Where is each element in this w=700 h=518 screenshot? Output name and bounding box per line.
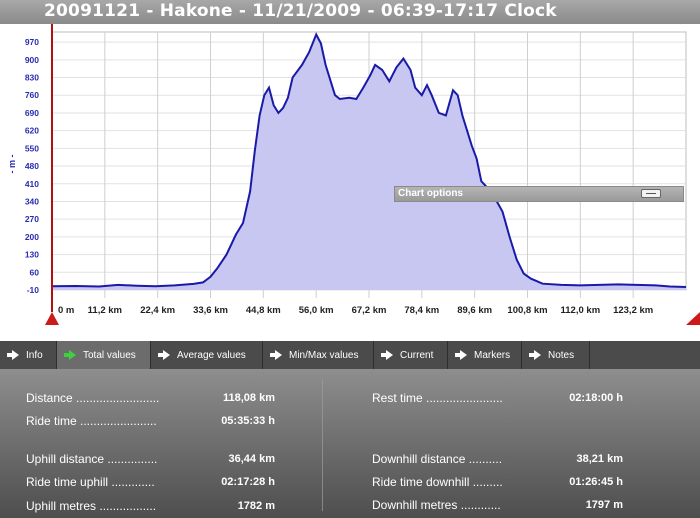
y-tick-label: 480	[25, 161, 39, 171]
x-tick-label: 11,2 km	[88, 305, 122, 316]
uphill-distance-value: 36,44 km	[228, 453, 275, 465]
rest-time-label: Rest time .......................	[372, 391, 503, 405]
x-tick-label: 33,6 km	[193, 305, 228, 316]
uphill-metres-label: Uphill metres .................	[26, 499, 157, 513]
uphill-metres-value: 1782 m	[237, 500, 275, 512]
tab-info[interactable]: Info	[0, 341, 57, 369]
tab-current[interactable]: Current	[374, 341, 448, 369]
downhill-distance-label: Downhill distance ..........	[372, 452, 503, 466]
end-marker-handle[interactable]	[686, 312, 700, 325]
x-tick-label: 100,8 km	[507, 305, 547, 316]
y-tick-label: 900	[25, 55, 39, 65]
ride-time-downhill-label: Ride time downhill .........	[372, 475, 503, 489]
y-tick-label: 130	[25, 250, 39, 260]
x-tick-label: 56,0 km	[299, 305, 334, 316]
tab-label: Notes	[548, 349, 575, 361]
column-divider	[322, 379, 323, 511]
tab-arrow-icon	[381, 350, 395, 360]
y-tick-label: 970	[25, 37, 39, 47]
ride-time-uphill-value: 02:17:28 h	[221, 476, 275, 488]
x-tick-label: 22,4 km	[140, 305, 175, 316]
x-tick-label: 67,2 km	[352, 305, 387, 316]
tab-markers[interactable]: Markers	[448, 341, 522, 369]
tab-min-max-values[interactable]: Min/Max values	[263, 341, 374, 369]
y-tick-label: 200	[25, 232, 39, 242]
title-bar: 20091121 - Hakone - 11/21/2009 - 06:39-1…	[0, 0, 700, 24]
y-tick-label: 620	[25, 126, 39, 136]
x-tick-label: 78,4 km	[404, 305, 439, 316]
downhill-metres-label: Downhill metres ............	[372, 498, 501, 512]
tab-arrow-icon	[270, 350, 284, 360]
tab-arrow-icon	[455, 350, 469, 360]
tab-bar: Info Total values Average values Min/Max…	[0, 341, 700, 369]
tab-label: Total values	[83, 349, 136, 361]
ride-time-value: 05:35:33 h	[221, 415, 275, 427]
y-tick-label: 60	[30, 267, 40, 277]
distance-value: 118,08 km	[223, 392, 275, 404]
chart-options-panel[interactable]: Chart options	[394, 186, 684, 202]
tab-notes[interactable]: Notes	[522, 341, 590, 369]
altitude-profile-chart[interactable]: -10 60 130 200 270 340 410 480 550 620 690 760 830 90…	[0, 24, 700, 341]
rest-time-value: 02:18:00 h	[569, 392, 623, 404]
tab-arrow-icon	[158, 350, 172, 360]
x-tick-label: 44,8 km	[246, 305, 281, 316]
downhill-metres-value: 1797 m	[585, 499, 623, 511]
minimize-button[interactable]	[641, 189, 661, 198]
ride-time-label: Ride time .......................	[26, 414, 157, 428]
x-tick-label: 0 m	[58, 305, 74, 316]
ride-time-uphill-label: Ride time uphill .............	[26, 475, 155, 489]
uphill-distance-label: Uphill distance ...............	[26, 452, 158, 466]
y-tick-label: -10	[27, 285, 40, 295]
tab-total-values[interactable]: Total values	[57, 341, 151, 369]
tab-label: Average values	[177, 349, 246, 361]
y-tick-label: 760	[25, 90, 39, 100]
y-tick-label: 690	[25, 108, 39, 118]
tab-label: Info	[26, 349, 43, 361]
tab-arrow-icon	[7, 350, 21, 360]
tab-average-values[interactable]: Average values	[151, 341, 263, 369]
tab-arrow-icon	[64, 350, 78, 360]
window-title: 20091121 - Hakone - 11/21/2009 - 06:39-1…	[44, 1, 557, 21]
y-tick-label: 830	[25, 73, 39, 83]
y-axis-label: - m -	[7, 154, 17, 173]
tab-label: Current	[400, 349, 434, 361]
ride-time-downhill-value: 01:26:45 h	[569, 476, 623, 488]
total-values-panel: Distance ......................... 118,0…	[0, 369, 700, 518]
x-tick-label: 123,2 km	[613, 305, 653, 316]
start-marker-handle[interactable]	[45, 312, 59, 325]
y-tick-label: 270	[25, 214, 39, 224]
y-tick-label: 550	[25, 143, 39, 153]
x-axis-ticks: 0 m 11,2 km 22,4 km 33,6 km 44,8 km 56,0 km 67…	[58, 305, 653, 316]
y-tick-label: 340	[25, 196, 39, 206]
y-tick-label: 410	[25, 179, 39, 189]
tab-arrow-icon	[529, 350, 543, 360]
tab-label: Markers	[474, 349, 511, 361]
tab-label: Min/Max values	[289, 349, 359, 361]
x-tick-label: 112,0 km	[561, 305, 601, 316]
y-axis-ticks: -10 60 130 200 270 340 410 480 550 620 690 760 830 90…	[25, 37, 39, 295]
distance-label: Distance .........................	[26, 391, 160, 405]
x-tick-label: 89,6 km	[457, 305, 492, 316]
chart-options-label: Chart options	[398, 188, 463, 199]
downhill-distance-value: 38,21 km	[576, 453, 623, 465]
